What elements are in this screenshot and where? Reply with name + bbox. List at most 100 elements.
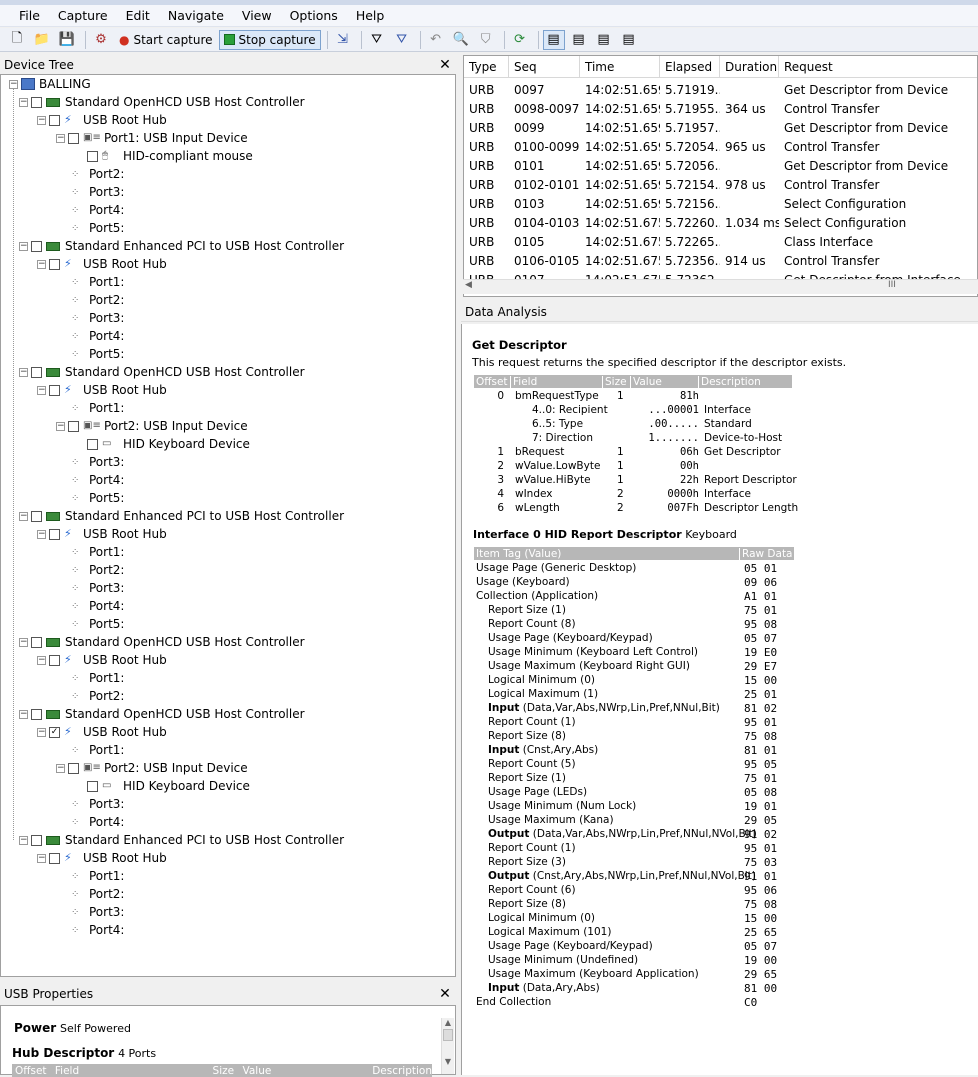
tree-port[interactable]: ⁘ Port2:: [71, 561, 124, 579]
export-icon[interactable]: ⇲: [332, 30, 354, 50]
close-icon[interactable]: ✕: [438, 57, 452, 73]
menu-options[interactable]: Options: [281, 8, 347, 23]
column-header-request[interactable]: Request: [779, 56, 977, 78]
collapse-icon[interactable]: −: [37, 853, 46, 863]
layout-2-icon[interactable]: ▤: [568, 30, 590, 50]
start-capture-button[interactable]: ● Start capture: [115, 30, 217, 50]
column-header-type[interactable]: Type: [464, 56, 509, 78]
tree-node[interactable]: 🖱 HID-compliant mouse: [87, 147, 253, 165]
open-folder-icon[interactable]: 📁: [31, 30, 53, 50]
tree-node[interactable]: − Standard OpenHCD USB Host Controller: [19, 705, 305, 723]
filter-icon[interactable]: ⛛: [391, 30, 413, 50]
layout-3-icon[interactable]: ▤: [593, 30, 615, 50]
device-tree[interactable]: − BALLING − Standard OpenHCD USB Host Contr…: [0, 74, 456, 977]
vertical-scrollbar[interactable]: ▲ ▼: [441, 1018, 454, 1074]
filter-edit-icon[interactable]: ⛛: [366, 30, 388, 50]
refresh-icon[interactable]: ⟳: [509, 30, 531, 50]
usb-properties-panel[interactable]: Power Self Powered Hub Descriptor 4 Port…: [0, 1005, 456, 1077]
tree-port[interactable]: ⁘ Port3:: [71, 453, 124, 471]
node-checkbox[interactable]: [49, 114, 60, 126]
collapse-icon[interactable]: −: [56, 421, 65, 431]
tree-node[interactable]: − ⚡ USB Root Hub: [37, 525, 167, 543]
tree-port[interactable]: ⁘ Port3:: [71, 795, 124, 813]
tree-node[interactable]: − Standard OpenHCD USB Host Controller: [19, 633, 305, 651]
table-row[interactable]: URB 0099 14:02:51.659 5.71957... Get Descrip…: [464, 118, 977, 137]
tree-port[interactable]: ⁘ Port4:: [71, 327, 124, 345]
bookmark-icon[interactable]: ⛉: [475, 30, 497, 50]
menu-help[interactable]: Help: [347, 8, 394, 23]
collapse-icon[interactable]: −: [19, 241, 28, 251]
tree-port[interactable]: ⁘ Port1:: [71, 867, 124, 885]
find-icon[interactable]: 🔍: [450, 30, 472, 50]
tree-port[interactable]: ⁘ Port2:: [71, 687, 124, 705]
new-file-icon[interactable]: 🗋: [6, 30, 28, 50]
node-checkbox[interactable]: [68, 132, 79, 144]
node-checkbox[interactable]: [49, 528, 60, 540]
menu-navigate[interactable]: Navigate: [159, 8, 233, 23]
column-header-duration[interactable]: Duration: [720, 56, 779, 78]
horizontal-scrollbar[interactable]: ◀ III: [463, 279, 978, 294]
tree-node[interactable]: − Standard Enhanced PCI to USB Host Contr…: [19, 507, 344, 525]
node-checkbox[interactable]: [49, 384, 60, 396]
collapse-icon[interactable]: −: [56, 763, 65, 773]
tree-node[interactable]: − ▣≡ Port1: USB Input Device: [56, 129, 248, 147]
tree-port[interactable]: ⁘ Port5:: [71, 489, 124, 507]
tree-node[interactable]: − Standard Enhanced PCI to USB Host Contr…: [19, 831, 344, 849]
collapse-icon[interactable]: −: [37, 529, 46, 539]
scroll-left-icon[interactable]: ◀: [465, 280, 472, 290]
tree-node[interactable]: − ⚡ USB Root Hub: [37, 381, 167, 399]
table-row[interactable]: URB 0104-0103 14:02:51.675 5.72260... 1.034 …: [464, 213, 977, 232]
scroll-thumb[interactable]: [443, 1029, 453, 1041]
collapse-icon[interactable]: −: [19, 367, 28, 377]
tree-root[interactable]: − BALLING: [9, 75, 91, 93]
scroll-up-icon[interactable]: ▲: [442, 1018, 454, 1027]
collapse-icon[interactable]: −: [19, 709, 28, 719]
tree-port[interactable]: ⁘ Port5:: [71, 219, 124, 237]
settings-icon[interactable]: ⚙: [90, 30, 112, 50]
tree-node[interactable]: − ▣≡ Port2: USB Input Device: [56, 759, 248, 777]
stop-capture-button[interactable]: Stop capture: [218, 29, 321, 50]
tree-node[interactable]: − ⚡ USB Root Hub: [37, 849, 167, 867]
collapse-icon[interactable]: −: [37, 385, 46, 395]
collapse-icon[interactable]: −: [19, 97, 28, 107]
node-checkbox[interactable]: [68, 420, 79, 432]
collapse-icon[interactable]: −: [19, 637, 28, 647]
collapse-icon[interactable]: −: [56, 133, 65, 143]
column-header-seq[interactable]: Seq: [509, 56, 580, 78]
back-icon[interactable]: ↶: [425, 30, 447, 50]
menu-edit[interactable]: Edit: [117, 8, 159, 23]
tree-node[interactable]: − ⚡ USB Root Hub: [37, 255, 167, 273]
tree-port[interactable]: ⁘ Port3:: [71, 903, 124, 921]
tree-node[interactable]: − ✓ ⚡ USB Root Hub: [37, 723, 167, 741]
node-checkbox[interactable]: [68, 762, 79, 774]
tree-port[interactable]: ⁘ Port4:: [71, 471, 124, 489]
table-row[interactable]: URB 0106-0105 14:02:51.675 5.72356... 914 us…: [464, 251, 977, 270]
node-checkbox[interactable]: [31, 834, 42, 846]
node-checkbox[interactable]: [31, 708, 42, 720]
tree-port[interactable]: ⁘ Port3:: [71, 579, 124, 597]
collapse-icon[interactable]: −: [19, 835, 28, 845]
column-header-elapsed[interactable]: Elapsed: [660, 56, 720, 78]
collapse-icon[interactable]: −: [9, 79, 18, 89]
tree-node[interactable]: − Standard OpenHCD USB Host Controller: [19, 363, 305, 381]
tree-port[interactable]: ⁘ Port3:: [71, 183, 124, 201]
column-header-time[interactable]: Time: [580, 56, 660, 78]
close-icon[interactable]: ✕: [438, 986, 452, 1002]
table-row[interactable]: URB 0101 14:02:51.659 5.72056... Get Descrip…: [464, 156, 977, 175]
tree-node[interactable]: ▭ HID Keyboard Device: [87, 777, 250, 795]
tree-port[interactable]: ⁘ Port4:: [71, 597, 124, 615]
tree-port[interactable]: ⁘ Port3:: [71, 309, 124, 327]
node-checkbox[interactable]: [31, 240, 42, 252]
save-icon[interactable]: 💾: [56, 30, 78, 50]
node-checkbox[interactable]: [49, 654, 60, 666]
scroll-down-icon[interactable]: ▼: [442, 1057, 454, 1066]
tree-port[interactable]: ⁘ Port4:: [71, 813, 124, 831]
table-row[interactable]: URB 0105 14:02:51.675 5.72265... Class Inter…: [464, 232, 977, 251]
scroll-grip[interactable]: III: [888, 280, 896, 290]
node-checkbox[interactable]: [31, 636, 42, 648]
tree-port[interactable]: ⁘ Port1:: [71, 669, 124, 687]
node-checkbox[interactable]: [49, 258, 60, 270]
tree-port[interactable]: ⁘ Port2:: [71, 885, 124, 903]
data-analysis-panel[interactable]: Get Descriptor This request returns the …: [461, 324, 978, 1075]
tree-node[interactable]: ▭ HID Keyboard Device: [87, 435, 250, 453]
